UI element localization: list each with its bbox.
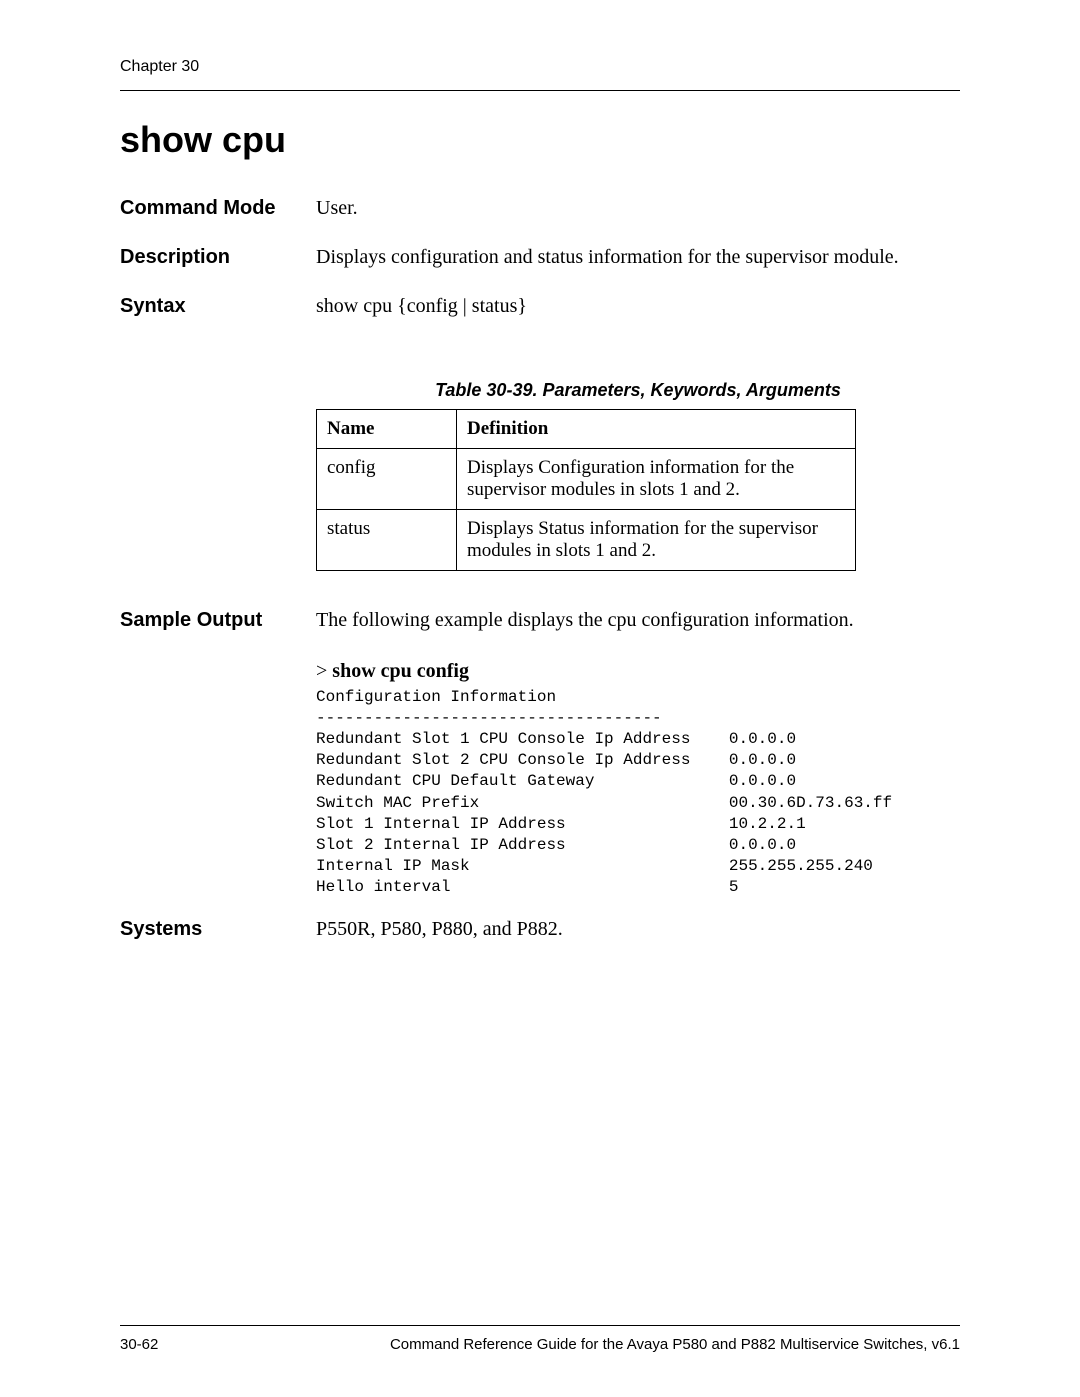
sample-output-block: > show cpu config Configuration Informat…: [316, 660, 960, 898]
table-cell-name: config: [317, 449, 457, 510]
table-cell-definition: Displays Status information for the supe…: [457, 510, 856, 571]
page-footer: 30-62 Command Reference Guide for the Av…: [120, 1325, 960, 1353]
section-syntax: Syntax show cpu {config | status}: [120, 293, 960, 320]
parameters-table: Name Definition config Displays Configur…: [316, 409, 856, 571]
table-cell-definition: Displays Configuration information for t…: [457, 449, 856, 510]
section-value-command-mode: User.: [316, 195, 960, 222]
table-cell-name: status: [317, 510, 457, 571]
footer-page-number: 30-62: [120, 1336, 158, 1353]
table-header-row: Name Definition: [317, 410, 856, 449]
sample-output-text: Configuration Information --------------…: [316, 687, 960, 898]
footer-doc-title: Command Reference Guide for the Avaya P5…: [390, 1336, 960, 1353]
section-label-systems: Systems: [120, 918, 316, 941]
table-caption: Table 30-39. Parameters, Keywords, Argum…: [316, 380, 960, 401]
section-value-description: Displays configuration and status inform…: [316, 244, 960, 271]
section-label-description: Description: [120, 246, 316, 269]
section-description: Description Displays configuration and s…: [120, 244, 960, 271]
section-label-command-mode: Command Mode: [120, 197, 316, 220]
chapter-label: Chapter 30: [120, 58, 960, 76]
section-systems: Systems P550R, P580, P880, and P882.: [120, 916, 960, 943]
command-title: show cpu: [120, 119, 960, 161]
header-rule: [120, 90, 960, 91]
section-value-syntax: show cpu {config | status}: [316, 293, 960, 320]
table-header-name: Name: [317, 410, 457, 449]
sample-command: show cpu config: [332, 660, 469, 682]
sample-prompt: >: [316, 660, 327, 682]
table-row: status Displays Status information for t…: [317, 510, 856, 571]
document-page: Chapter 30 show cpu Command Mode User. D…: [0, 0, 1080, 943]
parameters-table-block: Table 30-39. Parameters, Keywords, Argum…: [316, 380, 960, 571]
section-command-mode: Command Mode User.: [120, 195, 960, 222]
table-header-definition: Definition: [457, 410, 856, 449]
sample-output-intro: The following example displays the cpu c…: [316, 607, 960, 634]
section-value-systems: P550R, P580, P880, and P882.: [316, 916, 960, 943]
section-label-sample-output: Sample Output: [120, 609, 316, 632]
sample-command-line: > show cpu config: [316, 660, 960, 683]
section-sample-output: Sample Output The following example disp…: [120, 607, 960, 656]
section-label-syntax: Syntax: [120, 295, 316, 318]
table-row: config Displays Configuration informatio…: [317, 449, 856, 510]
